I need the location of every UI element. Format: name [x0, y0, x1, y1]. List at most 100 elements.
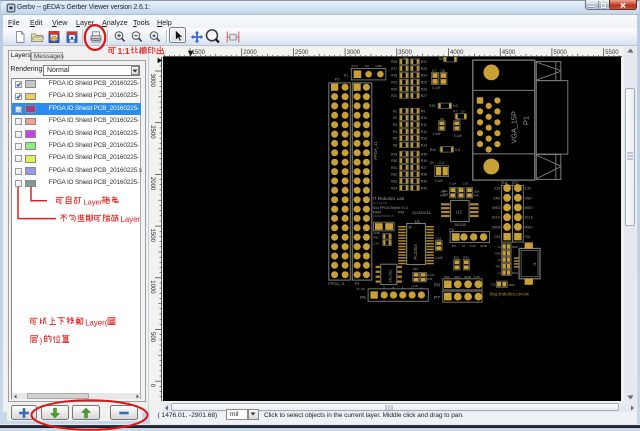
- svg-text:1500: 1500: [192, 49, 206, 56]
- svg-text:R50: R50: [463, 256, 469, 260]
- svg-text:MOSI: MOSI: [492, 226, 500, 230]
- svg-text:R25: R25: [421, 81, 427, 85]
- svg-text:De a c04 and: De a c04 and: [373, 203, 388, 206]
- svg-text:R1: R1: [393, 110, 397, 114]
- svg-text:R47: R47: [496, 265, 502, 269]
- svg-text:P8: P8: [434, 283, 440, 289]
- svg-text:R14: R14: [421, 144, 427, 148]
- svg-text:R31: R31: [391, 166, 397, 170]
- svg-text:R19: R19: [391, 81, 397, 85]
- svg-text:R35: R35: [421, 153, 427, 157]
- svg-text:R33: R33: [413, 267, 419, 271]
- svg-text:2000: 2000: [149, 177, 155, 191]
- svg-text:R42: R42: [374, 236, 380, 240]
- svg-text:0.1uF: 0.1uF: [435, 179, 443, 183]
- svg-text:MISO: MISO: [525, 226, 534, 230]
- svg-text:GND: GND: [480, 244, 488, 248]
- svg-text:28C618: 28C618: [454, 223, 466, 227]
- svg-text:R40: R40: [421, 187, 427, 191]
- svg-text:3.3V: 3.3V: [494, 187, 501, 191]
- svg-text:P3: P3: [355, 282, 360, 286]
- svg-text:R21: R21: [391, 94, 397, 98]
- svg-text:R51: R51: [454, 256, 460, 260]
- svg-text:2.2k: 2.2k: [413, 284, 419, 288]
- svg-text:MISO: MISO: [492, 206, 501, 210]
- svg-text:R48: R48: [473, 194, 479, 198]
- svg-text:0.1uF: 0.1uF: [435, 256, 443, 260]
- svg-text:R22: R22: [421, 60, 427, 64]
- svg-text:R24: R24: [421, 74, 427, 78]
- svg-text:0.1uF: 0.1uF: [449, 182, 457, 186]
- svg-text:CS1: CS1: [494, 235, 500, 239]
- svg-text:3.3V: 3.3V: [525, 187, 532, 191]
- svg-text:PWM: PWM: [373, 211, 381, 215]
- svg-text:10uF: 10uF: [508, 284, 515, 288]
- svg-text:GND: GND: [495, 252, 501, 256]
- svg-text:3000: 3000: [149, 74, 155, 88]
- svg-text:R45: R45: [443, 193, 449, 197]
- svg-text:C19: C19: [463, 182, 469, 186]
- svg-text:2500: 2500: [149, 125, 155, 139]
- svg-text:R26: R26: [421, 88, 427, 92]
- svg-text:TX: TX: [461, 244, 465, 248]
- svg-text:R38: R38: [421, 173, 427, 177]
- svg-text:BLM: BLM: [512, 245, 518, 249]
- svg-text:24LC02: 24LC02: [388, 270, 392, 283]
- svg-text:4500: 4500: [502, 49, 516, 56]
- svg-text:2013/02/16: 2013/02/16: [412, 211, 430, 215]
- svg-text:L1: L1: [498, 271, 502, 275]
- svg-text:1000: 1000: [149, 280, 155, 294]
- svg-text:Soc FPGA Shield V1.0: Soc FPGA Shield V1.0: [373, 206, 408, 210]
- svg-text:GND: GND: [493, 197, 501, 201]
- svg-text:R18: R18: [391, 74, 397, 78]
- svg-text:0 Ω: 0 Ω: [455, 148, 461, 152]
- svg-text:2000: 2000: [243, 49, 257, 56]
- svg-text:R44: R44: [430, 148, 436, 152]
- svg-text:SCLK: SCLK: [492, 216, 501, 220]
- svg-text:R32: R32: [391, 173, 397, 177]
- svg-text:R9: R9: [421, 110, 425, 114]
- svg-text:R27: R27: [421, 94, 427, 98]
- svg-text:C5: C5: [456, 117, 460, 121]
- svg-text:IT Robotics Lab: IT Robotics Lab: [373, 197, 405, 202]
- svg-text:22: 22: [498, 258, 502, 262]
- svg-text:VGA_15P: VGA_15P: [509, 111, 518, 144]
- svg-text:0.1uF: 0.1uF: [433, 132, 441, 136]
- svg-text:R30: R30: [391, 159, 397, 163]
- svg-text:R34: R34: [391, 187, 397, 191]
- svg-text:50: 50: [461, 110, 465, 114]
- svg-text:5500: 5500: [605, 49, 619, 56]
- svg-text:330: 330: [403, 57, 408, 61]
- svg-text:R10: R10: [421, 117, 427, 121]
- svg-text:4000: 4000: [450, 49, 464, 56]
- svg-text:0.1uF: 0.1uF: [454, 134, 462, 138]
- svg-text:blog.itrobotics.com.tw: blog.itrobotics.com.tw: [490, 292, 529, 297]
- svg-text:SCLK: SCLK: [525, 216, 534, 220]
- svg-text:R6: R6: [393, 144, 397, 148]
- svg-text:2420D2PWCPLUS: 2420D2PWCPLUS: [373, 215, 394, 218]
- svg-text:0.2uF: 0.2uF: [432, 86, 440, 90]
- svg-text:R3: R3: [393, 123, 397, 127]
- svg-text:R12: R12: [421, 130, 427, 134]
- svg-text:RX: RX: [452, 244, 456, 248]
- svg-text:C6: C6: [440, 117, 444, 121]
- svg-text:R33: R33: [391, 180, 397, 184]
- svg-text:5V: 5V: [365, 64, 370, 68]
- svg-text:R23: R23: [421, 67, 427, 71]
- svg-text:GND: GND: [375, 64, 383, 68]
- svg-text:R5: R5: [393, 137, 397, 141]
- svg-text:R20: R20: [391, 88, 397, 92]
- svg-text:IO_ON: IO_ON: [357, 288, 365, 292]
- svg-text:BLM: BLM: [512, 271, 518, 275]
- svg-text:R15: R15: [429, 104, 435, 108]
- svg-text:P6: P6: [360, 295, 366, 300]
- svg-text:2500: 2500: [295, 49, 309, 56]
- svg-text:C11: C11: [439, 162, 445, 166]
- svg-text:P7: P7: [434, 295, 440, 301]
- svg-text:R29: R29: [391, 153, 397, 157]
- svg-text:MISO: MISO: [525, 206, 534, 210]
- svg-text:C15: C15: [491, 283, 497, 287]
- svg-text:K1: K1: [344, 74, 348, 78]
- svg-text:FPGA_J1: FPGA_J1: [328, 282, 344, 286]
- svg-text:0 Ω: 0 Ω: [453, 104, 459, 108]
